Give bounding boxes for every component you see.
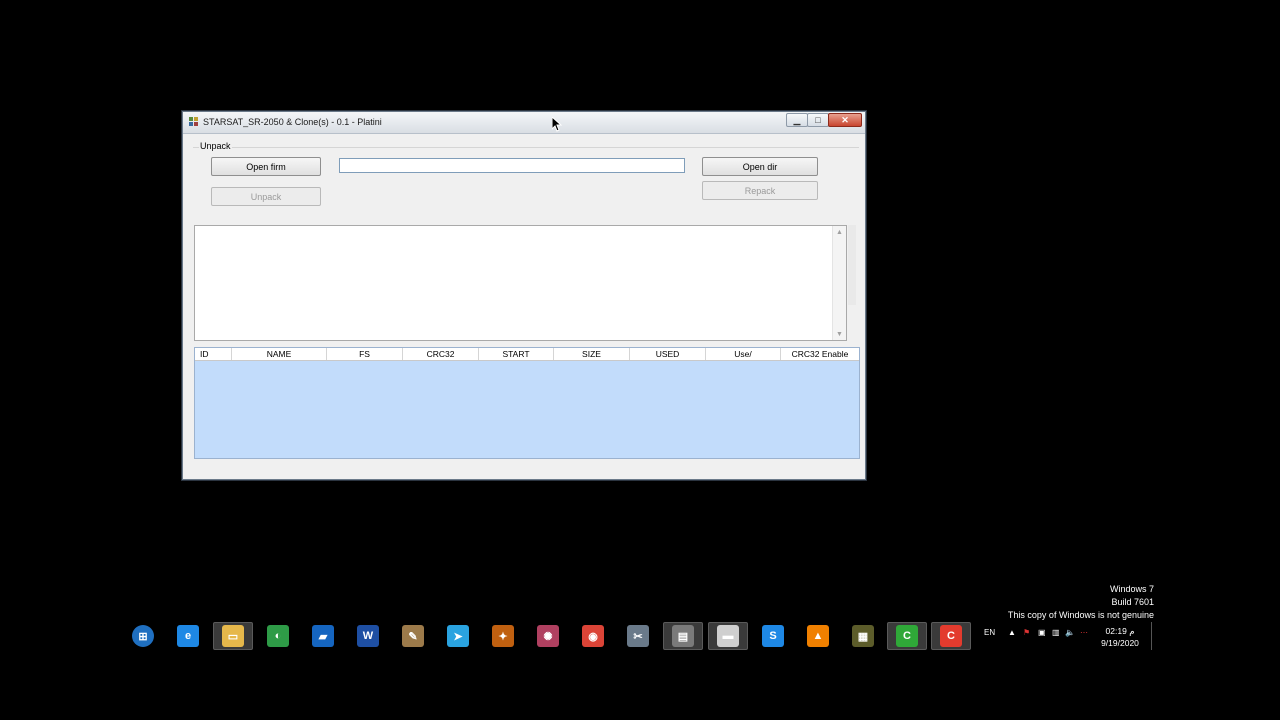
scanner-app-icon: ▰ xyxy=(312,625,334,647)
firmware-path-input[interactable] xyxy=(339,158,685,173)
maximize-icon: □ xyxy=(815,115,821,125)
window-title: STARSAT_SR-2050 & Clone(s) - 0.1 - Plati… xyxy=(203,117,382,127)
file-explorer-icon: ▭ xyxy=(222,625,244,647)
vlc-icon: ▲ xyxy=(807,625,829,647)
close-button[interactable]: ✕ xyxy=(828,113,862,127)
windows-watermark: Windows 7 Build 7601 This copy of Window… xyxy=(1008,583,1154,622)
taskbar-button-chrome[interactable]: ◉ xyxy=(573,622,613,650)
chip-icon: ▦ xyxy=(852,625,874,647)
unpack-group-label: Unpack xyxy=(199,141,232,151)
column-header-crc32-enable[interactable]: CRC32 Enable xyxy=(781,348,859,360)
word-icon: W xyxy=(357,625,379,647)
watermark-build: Build 7601 xyxy=(1111,597,1154,607)
camtasia-green-icon: C xyxy=(896,625,918,647)
action-center-icon[interactable]: ⚑ xyxy=(1023,628,1030,637)
taskbar-button-telegram[interactable]: ➤ xyxy=(438,622,478,650)
globe-app-icon: ◐ xyxy=(267,625,289,647)
taskbar-button-satellite-app[interactable]: ✺ xyxy=(528,622,568,650)
chrome-icon: ◉ xyxy=(582,625,604,647)
app-window: STARSAT_SR-2050 & Clone(s) - 0.1 - Plati… xyxy=(182,111,866,480)
column-header-name[interactable]: NAME xyxy=(232,348,327,360)
taskbar-button-chip[interactable]: ▦ xyxy=(843,622,883,650)
clock-time: 02:19 م xyxy=(1105,626,1135,636)
watermark-os: Windows 7 xyxy=(1109,584,1154,594)
status-bar xyxy=(183,459,865,479)
paint-icon: ✎ xyxy=(402,625,424,647)
taskbar-button-camtasia-green[interactable]: C xyxy=(887,622,927,650)
network-icon[interactable]: ⋯ xyxy=(1080,628,1088,637)
camtasia-red-icon: C xyxy=(940,625,962,647)
taskbar-button-camtasia-red[interactable]: C xyxy=(931,622,971,650)
telegram-icon: ➤ xyxy=(447,625,469,647)
windows-start-icon: ⊞ xyxy=(132,625,154,647)
taskbar-button-sync-app[interactable]: S xyxy=(753,622,793,650)
tool-app-icon: ✦ xyxy=(492,625,514,647)
column-header-fs[interactable]: FS xyxy=(327,348,403,360)
log-textarea[interactable]: ▲ ▼ xyxy=(194,225,847,341)
taskbar-button-tool-app[interactable]: ✦ xyxy=(483,622,523,650)
internet-explorer-icon: e xyxy=(177,625,199,647)
sync-app-icon: S xyxy=(762,625,784,647)
title-bar[interactable]: STARSAT_SR-2050 & Clone(s) - 0.1 - Plati… xyxy=(183,112,865,134)
tray-app-icon[interactable]: ▣ xyxy=(1038,628,1046,637)
clock-date: 9/19/2020 xyxy=(1101,638,1139,648)
table-header: ID NAME FS CRC32 START SIZE USED Use/ CR… xyxy=(195,348,859,361)
open-firm-button[interactable]: Open firm xyxy=(211,157,321,176)
taskbar-button-internet-explorer[interactable]: e xyxy=(168,622,208,650)
window-scrollbar[interactable] xyxy=(848,225,856,305)
column-header-size[interactable]: SIZE xyxy=(554,348,630,360)
open-dir-button[interactable]: Open dir xyxy=(702,157,818,176)
firmware-tool-icon: ▤ xyxy=(672,625,694,647)
partition-table[interactable]: ID NAME FS CRC32 START SIZE USED Use/ CR… xyxy=(194,347,860,459)
taskbar-button-paint[interactable]: ✎ xyxy=(393,622,433,650)
close-icon: ✕ xyxy=(841,114,849,125)
satellite-app-icon: ✺ xyxy=(537,625,559,647)
column-header-used[interactable]: USED xyxy=(630,348,706,360)
taskbar-button-scanner-app[interactable]: ▰ xyxy=(303,622,343,650)
taskbar-button-vlc[interactable]: ▲ xyxy=(798,622,838,650)
show-hidden-icons-icon[interactable]: ▲ xyxy=(1008,628,1016,637)
unpack-button[interactable]: Unpack xyxy=(211,187,321,206)
show-desktop-button[interactable] xyxy=(1151,622,1158,650)
tray-device-icon[interactable]: ▥ xyxy=(1052,628,1060,637)
taskbar-button-windows-start[interactable]: ⊞ xyxy=(123,622,163,650)
minimize-icon: ▁ xyxy=(793,114,801,125)
mouse-cursor-icon xyxy=(552,117,562,132)
taskbar-button-tools[interactable]: ✂ xyxy=(618,622,658,650)
column-header-id[interactable]: ID xyxy=(195,348,232,360)
taskbar: ⊞ e ▭ ◐ ▰ W ✎ ➤ ✦ ✺ ◉ ✂ ▤ ▬ S ▲ ▦ C C EN ▲ ⚑ ▣ ▥ 🔈 ⋯ 02:19… xyxy=(123,620,1157,652)
taskbar-button-document[interactable]: ▬ xyxy=(708,622,748,650)
group-divider xyxy=(193,147,859,148)
taskbar-button-file-explorer[interactable]: ▭ xyxy=(213,622,253,650)
clock[interactable]: 02:19 م 9/19/2020 xyxy=(1098,625,1142,649)
column-header-use[interactable]: Use/ xyxy=(706,348,781,360)
scroll-down-icon[interactable]: ▼ xyxy=(833,328,846,340)
document-icon: ▬ xyxy=(717,625,739,647)
language-indicator[interactable]: EN xyxy=(984,628,995,637)
volume-icon[interactable]: 🔈 xyxy=(1065,628,1075,637)
taskbar-button-globe-app[interactable]: ◐ xyxy=(258,622,298,650)
repack-button[interactable]: Repack xyxy=(702,181,818,200)
taskbar-button-word[interactable]: W xyxy=(348,622,388,650)
taskbar-button-firmware-tool[interactable]: ▤ xyxy=(663,622,703,650)
maximize-button[interactable]: □ xyxy=(807,113,829,127)
column-header-start[interactable]: START xyxy=(479,348,554,360)
column-header-crc32[interactable]: CRC32 xyxy=(403,348,479,360)
minimize-button[interactable]: ▁ xyxy=(786,113,808,127)
scroll-up-icon[interactable]: ▲ xyxy=(833,226,846,238)
log-scrollbar[interactable]: ▲ ▼ xyxy=(832,226,846,340)
app-icon xyxy=(189,117,198,126)
tools-icon: ✂ xyxy=(627,625,649,647)
